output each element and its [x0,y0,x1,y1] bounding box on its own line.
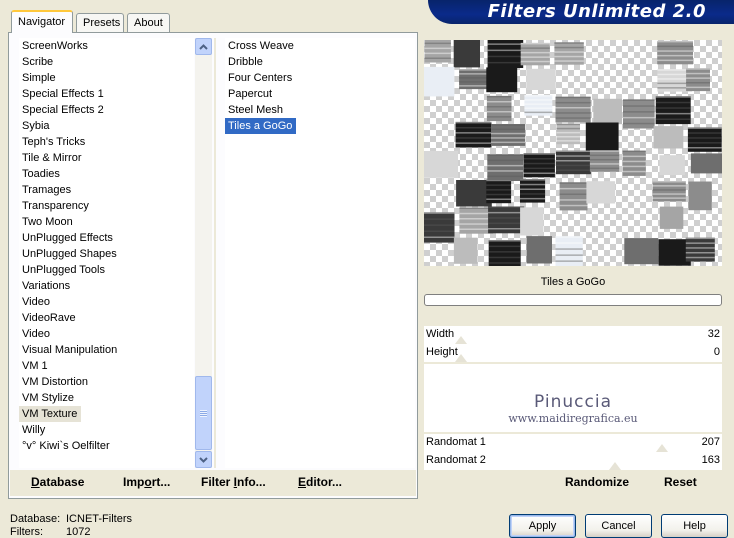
category-item[interactable]: Video [19,294,194,310]
status-filters: Filters: 1072 [10,526,90,538]
slider-value: 163 [701,454,720,466]
filter-item[interactable]: Cross Weave [225,38,415,54]
import-button[interactable]: Import... [123,475,170,489]
list-divider [214,38,216,468]
reset-button[interactable]: Reset [664,475,697,489]
category-item[interactable]: VM 1 [19,358,194,374]
left-toolbar: Database Import... Filter Info... Editor… [10,470,416,496]
filter-item[interactable]: Steel Mesh [225,102,415,118]
header-title: Filters Unlimited 2.0 [487,1,706,22]
category-item[interactable]: ScreenWorks [19,38,194,54]
category-item[interactable]: Video [19,326,194,342]
category-item[interactable]: UnPlugged Effects [19,230,194,246]
category-item[interactable]: Two Moon [19,214,194,230]
slider-label: Randomat 2 [426,454,486,466]
category-item[interactable]: Transparency [19,198,194,214]
chevron-down-icon [199,456,208,463]
category-item[interactable]: VideoRave [19,310,194,326]
editor-button[interactable]: Editor... [298,475,342,489]
tab-about[interactable]: About [127,13,170,32]
category-item[interactable]: Special Effects 2 [19,102,194,118]
randomize-button[interactable]: Randomize [565,475,629,489]
slider-width[interactable]: Width 32 [424,326,722,344]
scroll-thumb[interactable] [195,376,212,450]
category-item[interactable]: Teph's Tricks [19,134,194,150]
filter-item[interactable]: Dribble [225,54,415,70]
header-banner: Filters Unlimited 2.0 [428,0,734,24]
filter-item[interactable]: Tiles a GoGo [225,118,297,134]
slider-randomat-2[interactable]: Randomat 2 163 [424,452,722,470]
filter-list[interactable]: Cross Weave Dribble Four Centers Papercut St… [225,38,415,468]
category-item[interactable]: °v° Kiwi`s Oelfilter [19,438,194,454]
slider-pointer[interactable] [609,462,621,470]
category-item[interactable]: Variations [19,278,194,294]
slider-value: 207 [701,436,720,448]
help-button[interactable]: Help [661,514,728,538]
category-list[interactable]: ScreenWorks Scribe Simple Special Effects 1… [19,38,194,468]
category-item[interactable]: Scribe [19,54,194,70]
tab-navigator[interactable]: Navigator [11,10,73,33]
slider-label: Width [426,328,455,340]
category-item[interactable]: Willy [19,422,194,438]
cancel-button[interactable]: Cancel [585,514,652,538]
slider-value: 32 [707,328,720,340]
filter-item[interactable]: Four Centers [225,70,415,86]
category-item[interactable]: Simple [19,70,194,86]
category-item[interactable]: Tramages [19,182,194,198]
category-item[interactable]: UnPlugged Tools [19,262,194,278]
status-database: Database: ICNET-Filters [10,513,132,525]
watermark-name: Pinuccia [534,392,612,412]
category-item[interactable]: Sybia [19,118,194,134]
category-item[interactable]: Special Effects 1 [19,86,194,102]
slider-pointer[interactable] [455,336,467,344]
status-value: ICNET-Filters [66,513,132,525]
apply-button[interactable]: Apply [509,514,576,538]
scroll-up-button[interactable] [195,38,212,55]
category-item[interactable]: VM Distortion [19,374,194,390]
category-item[interactable]: VM Stylize [19,390,194,406]
slider-randomat-1[interactable]: Randomat 1 207 [424,434,722,452]
slider-label: Randomat 1 [426,436,486,448]
filter-item[interactable]: Papercut [225,86,415,102]
category-item[interactable]: Tile & Mirror [19,150,194,166]
chevron-up-icon [199,43,208,50]
preview-image [424,40,722,266]
progress-bar [424,294,722,306]
category-item[interactable]: VM Texture [19,406,82,422]
category-item[interactable]: Toadies [19,166,194,182]
status-value: 1072 [66,526,91,538]
category-scrollbar[interactable] [195,38,212,468]
slider-label: Height [426,346,458,358]
filter-name-label: Tiles a GoGo [540,276,606,288]
empty-slot [424,364,722,382]
slider-pointer[interactable] [455,354,467,362]
slider-height[interactable]: Height 0 [424,344,722,362]
status-label: Filters: [10,526,43,538]
filter-info-button[interactable]: Filter Info... [201,475,266,489]
tab-presets[interactable]: Presets [76,13,124,32]
status-label: Database: [10,513,61,525]
category-item[interactable]: UnPlugged Shapes [19,246,194,262]
right-toolbar: Randomize Reset [424,470,722,496]
scroll-down-button[interactable] [195,451,212,468]
database-button[interactable]: Database [31,475,84,489]
watermark-url: www.maidiregrafica.eu [508,412,638,425]
slider-value: 0 [713,346,720,358]
slider-pointer[interactable] [656,444,668,452]
category-item[interactable]: Visual Manipulation [19,342,194,358]
